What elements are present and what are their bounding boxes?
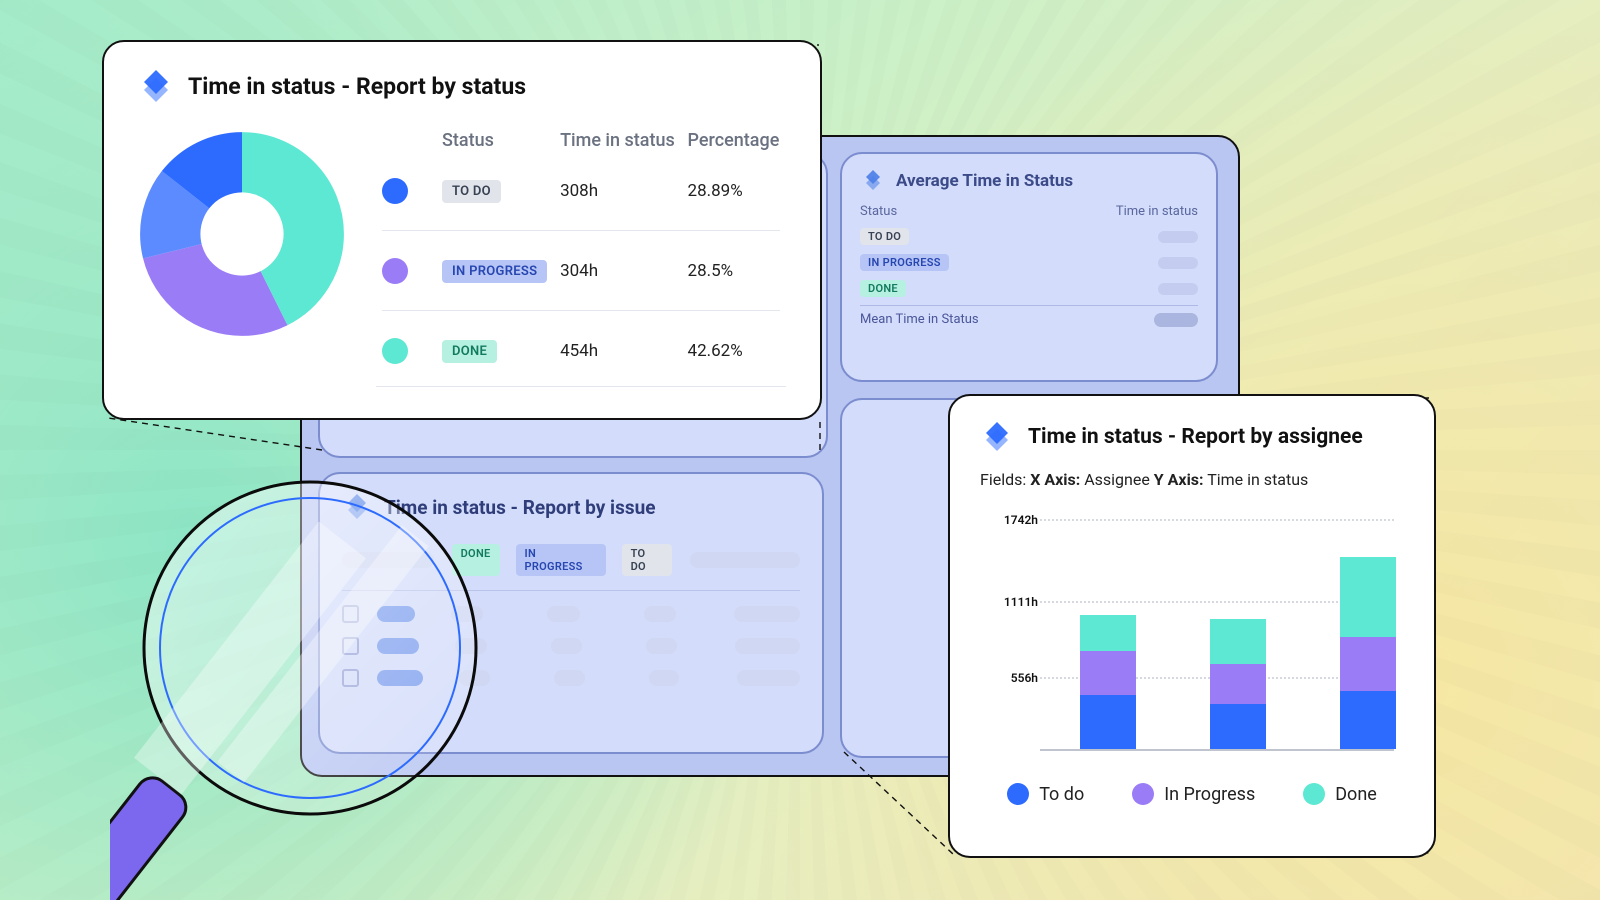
bar-column — [1080, 615, 1136, 749]
status-time: 454h — [554, 326, 681, 377]
status-table: Status Time in status Percentage TO DO 30… — [376, 130, 786, 384]
ytick: 1742h — [980, 513, 1038, 527]
skeleton-value — [1158, 283, 1198, 295]
issue-title: Time in status - Report by issue — [384, 496, 656, 519]
ytick: 556h — [980, 671, 1038, 685]
assignee-legend: To do In Progress Done — [980, 783, 1404, 805]
status-time: 308h — [554, 166, 681, 217]
jira-icon — [138, 68, 174, 104]
assignee-card: Time in status - Report by assignee Fiel… — [948, 394, 1436, 858]
status-pill: DONE — [442, 340, 497, 363]
status-time: 304h — [554, 246, 681, 297]
status-pill: IN PROGRESS — [442, 260, 547, 283]
bar-segment — [1340, 557, 1396, 637]
issue-col-pill: DONE — [452, 544, 500, 576]
avg-pill: IN PROGRESS — [860, 254, 949, 271]
bar-segment — [1080, 615, 1136, 651]
issue-col-pill: IN PROGRESS — [516, 544, 606, 576]
assignee-fields-line: Fields: X Axis: Assignee Y Axis: Time in… — [980, 470, 1404, 489]
donut-chart — [138, 130, 346, 338]
status-row: IN PROGRESS 304h28.5% — [376, 246, 786, 297]
bar-segment — [1210, 664, 1266, 704]
legend-label: To do — [1039, 784, 1084, 805]
bar-column — [1210, 619, 1266, 749]
bar-segment — [1080, 651, 1136, 695]
status-card: Time in status - Report by status Status — [102, 40, 822, 420]
avg-pill: TO DO — [860, 228, 909, 245]
assignee-bar-chart: 1742h 1111h 556h — [980, 519, 1404, 755]
th-pct: Percentage — [682, 130, 786, 166]
bar-segment — [1340, 637, 1396, 691]
th-time: Time in status — [554, 130, 681, 166]
avg-col-time: Time in status — [1116, 204, 1198, 219]
average-title: Average Time in Status — [896, 171, 1073, 191]
bar-segment — [1340, 691, 1396, 749]
avg-pill: DONE — [860, 280, 906, 297]
status-pill: TO DO — [442, 180, 501, 203]
status-pct: 28.5% — [682, 246, 786, 297]
checkbox-icon — [342, 669, 359, 687]
jira-icon — [342, 492, 372, 522]
avg-row: TO DO — [860, 228, 1198, 245]
legend-dot-todo — [1007, 783, 1029, 805]
legend-dot-inprogress — [1132, 783, 1154, 805]
status-pct: 28.89% — [682, 166, 786, 217]
avg-row: IN PROGRESS — [860, 254, 1198, 271]
stage: { "colors":{ "todo":"#2d6bff", "inprogre… — [0, 0, 1600, 900]
avg-col-status: Status — [860, 204, 897, 219]
ytick: 1111h — [980, 595, 1038, 609]
jira-icon — [860, 168, 886, 194]
skeleton-value — [1158, 231, 1198, 243]
skeleton-value — [1154, 313, 1198, 327]
legend-label: Done — [1335, 784, 1377, 805]
bar-column — [1340, 557, 1396, 749]
issue-row — [342, 637, 800, 655]
legend-label: In Progress — [1164, 784, 1255, 805]
avg-row: DONE — [860, 280, 1198, 297]
checkbox-icon — [342, 605, 359, 623]
legend-dot-done — [1303, 783, 1325, 805]
bar-segment — [1210, 704, 1266, 749]
issue-row — [342, 669, 800, 687]
jira-icon — [980, 420, 1014, 454]
issue-row — [342, 605, 800, 623]
issue-col-pill: TO DO — [622, 544, 673, 576]
bar-segment — [1210, 619, 1266, 664]
assignee-title: Time in status - Report by assignee — [1028, 425, 1363, 449]
status-dot — [382, 258, 408, 284]
checkbox-icon — [342, 637, 359, 655]
th-status: Status — [436, 130, 554, 166]
status-dot — [382, 178, 408, 204]
status-title: Time in status - Report by status — [188, 73, 526, 100]
average-time-panel: Average Time in Status Status Time in st… — [840, 152, 1218, 382]
issue-panel: Time in status - Report by issue DONE IN … — [318, 472, 824, 754]
status-dot — [382, 338, 408, 364]
status-row: TO DO 308h28.89% — [376, 166, 786, 217]
status-row: DONE 454h42.62% — [376, 326, 786, 377]
bar-segment — [1080, 695, 1136, 749]
skeleton-value — [1158, 257, 1198, 269]
avg-footer: Mean Time in Status — [860, 312, 979, 327]
status-pct: 42.62% — [682, 326, 786, 377]
